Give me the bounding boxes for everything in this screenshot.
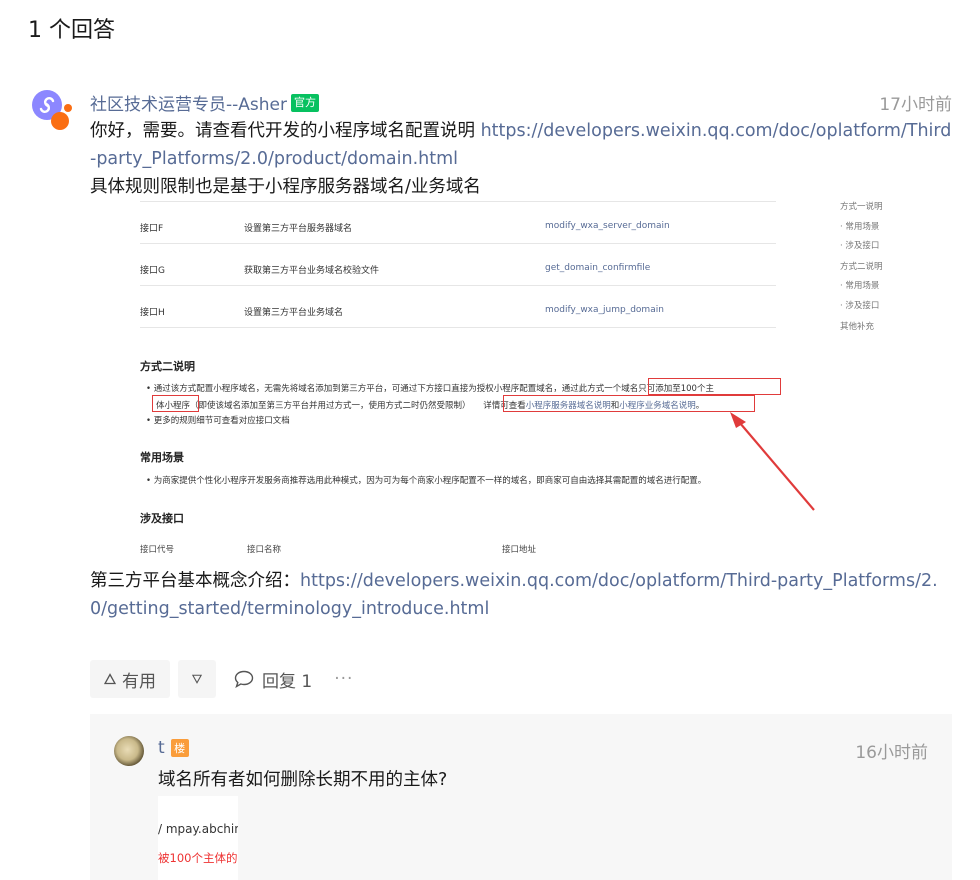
row-code: 接口G	[140, 266, 165, 276]
annotation-box	[503, 395, 755, 412]
comment-icon	[234, 670, 254, 688]
toc-item: · 涉及接口	[840, 241, 880, 251]
row-name: 获取第三方平台业务域名校验文件	[244, 266, 380, 276]
answer-body: 你好，需要。请查看代开发的小程序域名配置说明 https://developer…	[90, 117, 952, 201]
table-header: 接口地址	[502, 545, 537, 555]
bullet-line: • 通过该方式配置小程序域名，无需先将域名添加到第三方平台，可通过下方接口直接为…	[146, 382, 714, 394]
official-badge: 官方	[290, 93, 319, 112]
reply-avatar[interactable]	[114, 736, 144, 766]
row-name: 设置第三方平台业务域名	[244, 308, 344, 318]
annotation-box	[152, 395, 199, 412]
mini-program-avatar-icon[interactable]	[30, 88, 76, 134]
reply-author-name[interactable]: t	[158, 738, 165, 758]
downvote-button[interactable]	[178, 660, 216, 698]
row-api: modify_wxa_jump_domain	[545, 305, 664, 315]
table-row: 接口H 设置第三方平台业务域名 modify_wxa_jump_domain	[140, 285, 776, 328]
section-heading: 方式二说明	[140, 360, 195, 373]
reply-image-thumbnail[interactable]: / mpay.abchina 被100个主体的(	[158, 796, 238, 880]
table-row: 接口F 设置第三方平台服务器域名 modify_wxa_server_domai…	[140, 201, 776, 244]
floor-owner-badge: 楼	[170, 739, 189, 757]
section-heading: 常用场景	[140, 451, 184, 464]
answer-author-name[interactable]: 社区技术运营专员--Asher	[90, 90, 287, 115]
answer-author-row: 社区技术运营专员--Asher 官方	[90, 90, 319, 115]
toc-item: · 涉及接口	[840, 301, 880, 311]
row-code: 接口F	[140, 224, 164, 234]
answer-timestamp: 17小时前	[879, 95, 952, 115]
table-header: 接口代号	[140, 545, 175, 555]
toc-item: 方式二说明	[840, 262, 883, 272]
useful-label: 有用	[122, 671, 156, 692]
reply-label: 回复 1	[262, 671, 313, 692]
reply-author-row: t 楼	[158, 738, 189, 758]
answer-text-1: 你好，需要。请查看代开发的小程序域名配置说明	[90, 121, 481, 141]
thumbnail-text: / mpay.abchina	[158, 822, 238, 836]
reply-button[interactable]: 回复 1	[234, 667, 312, 692]
annotation-arrow-icon	[730, 412, 815, 511]
row-name: 设置第三方平台服务器域名	[244, 224, 353, 234]
section-heading: 涉及接口	[140, 512, 184, 525]
answer-paragraph-2: 第三方平台基本概念介绍：https://developers.weixin.qq…	[90, 567, 952, 623]
reply-timestamp: 16小时前	[855, 743, 928, 763]
answer-actions: 有用 回复 1 ···	[90, 660, 353, 698]
reply-text: 域名所有者如何删除长期不用的主体?	[158, 770, 448, 790]
row-code: 接口H	[140, 308, 165, 318]
toc-item: · 常用场景	[840, 222, 880, 232]
row-api: get_domain_confirmfile	[545, 263, 651, 273]
table-header: 接口名称	[247, 545, 282, 555]
more-options-icon[interactable]: ···	[334, 669, 353, 689]
upvote-icon	[104, 673, 116, 685]
downvote-icon	[192, 674, 202, 684]
bullet-line: • 为商家提供个性化小程序开发服务商推荐选用此种模式，因为可为每个商家小程序配置…	[146, 476, 707, 486]
toc-item: · 常用场景	[840, 281, 880, 291]
toc-item: 其他补充	[840, 322, 875, 332]
embedded-doc-screenshot[interactable]: 接口F 设置第三方平台服务器域名 modify_wxa_server_domai…	[126, 196, 900, 561]
bullet-text: （即使该域名添加至第三方平台并用过方式一，使用方式二时仍然受限制）	[190, 401, 471, 411]
bullet-text: • 通过该方式配置小程序域名，无需先将域名添加到第三方平台，可通过下方接口直接为…	[146, 384, 605, 394]
bullet-line: • 更多的规则细节可查看对应接口文档	[146, 416, 290, 426]
reply-container: t 楼 16小时前 域名所有者如何删除长期不用的主体? / mpay.abchi…	[90, 714, 952, 880]
row-api: modify_wxa_server_domain	[545, 221, 670, 231]
answer-count-heading: 1 个回答	[28, 18, 115, 43]
useful-button[interactable]: 有用	[90, 660, 170, 698]
table-row: 接口G 获取第三方平台业务域名校验文件 get_domain_confirmfi…	[140, 243, 776, 286]
toc-item: 方式一说明	[840, 202, 883, 212]
annotation-box	[648, 378, 781, 395]
concept-intro-label: 第三方平台基本概念介绍：	[90, 571, 300, 591]
thumbnail-text: 被100个主体的(	[158, 851, 238, 865]
